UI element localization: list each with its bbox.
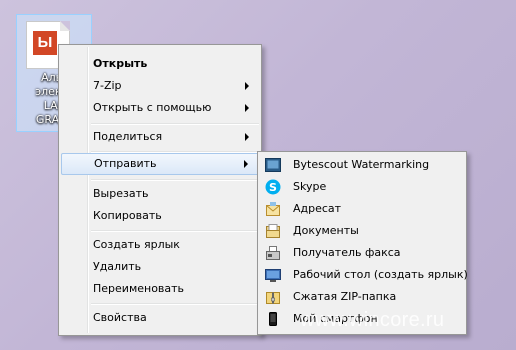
app-logo-icon: Ы [33, 31, 57, 55]
send-to-fax[interactable]: Получатель факса [260, 242, 464, 264]
send-to-submenu: Bytescout Watermarking S Skype Адресат Д… [257, 151, 468, 335]
menu-item-7zip[interactable]: 7-Zip [61, 75, 259, 97]
fax-icon [265, 245, 281, 261]
menu-separator [91, 230, 259, 232]
menu-item-send-to[interactable]: Отправить [61, 153, 259, 175]
context-menu: Открыть 7-Zip Открыть с помощью Поделить… [58, 44, 262, 336]
menu-item-label: Открыть с помощью [93, 101, 212, 114]
submenu-arrow-icon [245, 133, 249, 141]
zip-folder-icon [265, 289, 281, 305]
menu-item-label: Свойства [93, 311, 147, 324]
menu-item-label: Удалить [93, 260, 142, 273]
documents-icon [265, 223, 281, 239]
submenu-arrow-icon [245, 104, 249, 112]
menu-item-label: Поделиться [93, 130, 163, 143]
menu-item-label: Копировать [93, 209, 162, 222]
menu-separator [91, 179, 259, 181]
submenu-item-label: Документы [293, 224, 359, 237]
menu-separator [91, 303, 259, 305]
submenu-item-label: Bytescout Watermarking [293, 158, 430, 171]
menu-item-open[interactable]: Открыть [61, 53, 259, 75]
send-to-bytescout[interactable]: Bytescout Watermarking [260, 154, 464, 176]
skype-icon: S [265, 179, 281, 195]
menu-item-label: Отправить [94, 157, 157, 170]
menu-item-cut[interactable]: Вырезать [61, 183, 259, 205]
send-to-zip-folder[interactable]: Сжатая ZIP-папка [260, 286, 464, 308]
menu-item-rename[interactable]: Переименовать [61, 278, 259, 300]
menu-item-properties[interactable]: Свойства [61, 307, 259, 329]
submenu-item-label: Получатель факса [293, 246, 401, 259]
bytescout-icon [265, 157, 281, 173]
menu-item-open-with[interactable]: Открыть с помощью [61, 97, 259, 119]
submenu-item-label: Адресат [293, 202, 342, 215]
menu-item-create-shortcut[interactable]: Создать ярлык [61, 234, 259, 256]
send-to-documents[interactable]: Документы [260, 220, 464, 242]
menu-item-label: Создать ярлык [93, 238, 180, 251]
submenu-item-label: Сжатая ZIP-папка [293, 290, 397, 303]
menu-item-label: Открыть [93, 57, 148, 70]
menu-item-label: Переименовать [93, 282, 185, 295]
submenu-item-label: Рабочий стол (создать ярлык) [293, 268, 468, 281]
menu-separator [91, 123, 259, 125]
submenu-arrow-icon [245, 82, 249, 90]
menu-item-label: 7-Zip [93, 79, 122, 92]
desktop-icon [265, 267, 281, 283]
menu-item-label: Вырезать [93, 187, 149, 200]
submenu-arrow-icon [244, 160, 248, 168]
menu-item-delete[interactable]: Удалить [61, 256, 259, 278]
site-watermark: www.wincore.ru [300, 309, 445, 331]
mail-recipient-icon [265, 201, 281, 217]
menu-item-share[interactable]: Поделиться [61, 126, 259, 148]
svg-text:S: S [269, 181, 277, 194]
send-to-mail-recipient[interactable]: Адресат [260, 198, 464, 220]
send-to-desktop[interactable]: Рабочий стол (создать ярлык) [260, 264, 468, 286]
menu-item-copy[interactable]: Копировать [61, 205, 259, 227]
smartphone-icon [265, 311, 281, 327]
submenu-item-label: Skype [293, 180, 327, 193]
send-to-skype[interactable]: S Skype [260, 176, 464, 198]
